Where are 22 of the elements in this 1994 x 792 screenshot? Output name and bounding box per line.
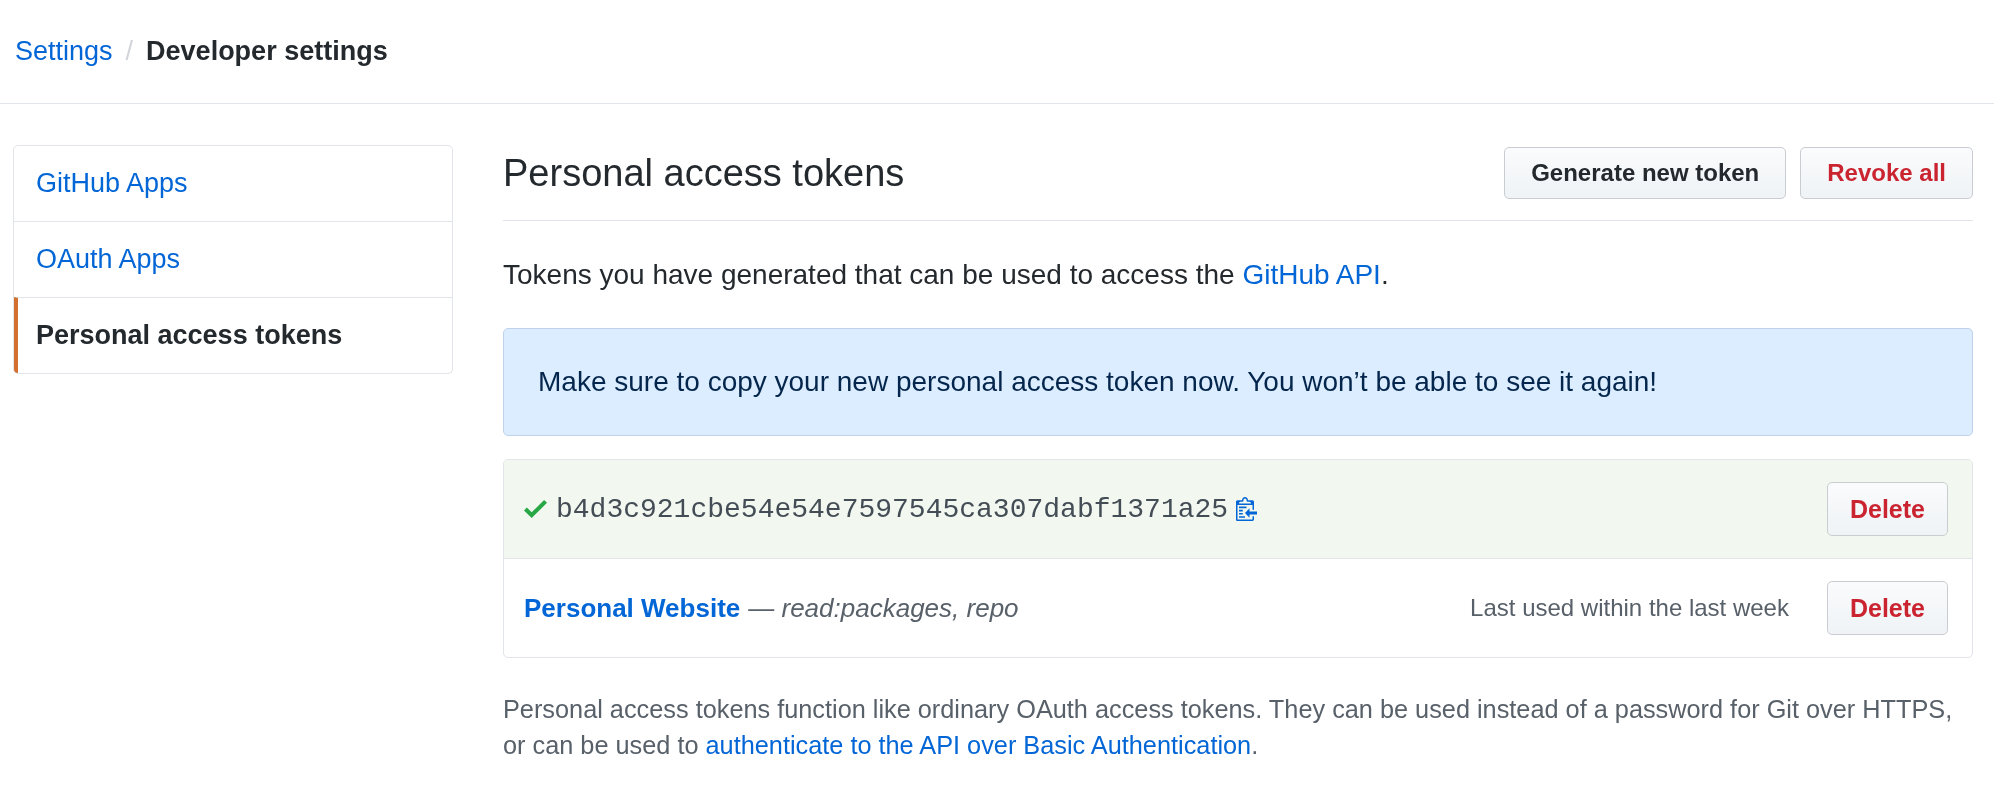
flash-message: Make sure to copy your new personal access token now. You won’t be able to see it again! (503, 328, 1973, 436)
page-title: Personal access tokens (503, 151, 906, 195)
last-used-text: Last used within the last week (1470, 594, 1789, 622)
footer-note: Personal access tokens function like ordinary OAuth access tokens. They can be used instead of a password for Git over HTTPS, or can be used to authenticate to the API over Basic Authentication. (503, 694, 1954, 761)
token-scopes: — read:packages, repo (748, 592, 1019, 624)
sidebar-item[interactable]: Personal access tokens (14, 297, 452, 373)
intro-text: Tokens you have generated that can be used to access the GitHub API. (503, 258, 1390, 292)
authentication-link[interactable]: authenticate to the API over Basic Authentication (705, 731, 1252, 759)
clipboard-icon[interactable] (1236, 497, 1258, 521)
sidebar-item[interactable]: GitHub Apps (14, 146, 452, 221)
delete-button[interactable]: Delete (1826, 581, 1948, 635)
breadcrumb-current: Developer settings (146, 36, 388, 67)
header-button[interactable]: Generate new token (1504, 147, 1787, 199)
sidebar-item[interactable]: OAuth Apps (14, 221, 452, 297)
breadcrumb-link[interactable]: Settings (15, 36, 113, 67)
api-link[interactable]: GitHub API (1242, 259, 1381, 290)
token-value: b4d3c921cbe54e54e7597545ca307dabf1371a25 (556, 493, 1229, 525)
breadcrumb-separator: / (125, 36, 134, 67)
header-button[interactable]: Revoke all (1800, 147, 1973, 199)
check-icon (524, 500, 547, 518)
token-name-link[interactable]: Personal Website (524, 592, 741, 624)
delete-button[interactable]: Delete (1826, 482, 1948, 536)
